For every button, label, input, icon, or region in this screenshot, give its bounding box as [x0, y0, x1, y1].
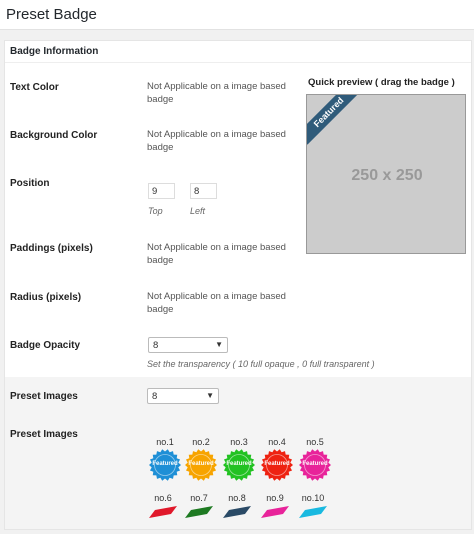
radius-value: Not Applicable on a image based badge — [147, 291, 286, 315]
chevron-down-icon: ▼ — [206, 391, 214, 400]
position-label: Position — [10, 178, 50, 189]
preset-seal-badge[interactable]: Featured — [299, 449, 331, 481]
position-left-caption: Left — [190, 206, 206, 216]
preset-select-value: 8 — [152, 391, 158, 402]
text-color-value: Not Applicable on a image based badge — [147, 81, 286, 105]
preset-number-label: no.7 — [190, 493, 208, 503]
seal-badge-text: Featured — [152, 461, 178, 467]
seal-badge-text: Featured — [226, 461, 252, 467]
badge-opacity-label: Badge Opacity — [10, 340, 81, 351]
preview-badge[interactable]: Featured — [307, 95, 362, 145]
preset-number-label: no.1 — [156, 437, 174, 447]
preset-number-label: no.5 — [306, 437, 324, 447]
paddings-label: Paddings (pixels) — [10, 243, 93, 254]
paddings-value: Not Applicable on a image based badge — [147, 242, 286, 266]
preset-seal-badge[interactable]: Featured — [149, 449, 181, 481]
background-color-label: Background Color — [10, 130, 98, 141]
preset-number-label: no.2 — [192, 437, 210, 447]
preset-number-label: no.8 — [228, 493, 246, 503]
quick-preview-box[interactable]: 250 x 250 Featured — [306, 94, 466, 254]
seal-badge-text: Featured — [302, 461, 328, 467]
preset-ribbon-badge[interactable] — [185, 506, 213, 518]
preset-images-select[interactable]: 8 ▼ — [147, 388, 219, 404]
preset-images-select-label: Preset Images — [10, 391, 78, 402]
opacity-hint: Set the transparency ( 10 full opaque , … — [147, 359, 375, 369]
chevron-down-icon: ▼ — [215, 340, 223, 349]
preset-number-label: no.10 — [301, 493, 325, 503]
ribbon-badge-shape — [223, 506, 251, 518]
panel-header: Badge Information — [5, 41, 471, 63]
preset-number-label: no.3 — [230, 437, 248, 447]
opacity-select[interactable]: 8 ▼ — [148, 337, 228, 353]
preset-ribbon-badge[interactable] — [299, 506, 327, 518]
quick-preview-label: Quick preview ( drag the badge ) — [308, 77, 455, 88]
top-bar: Preset Badge — [0, 0, 474, 30]
opacity-select-value: 8 — [153, 340, 159, 351]
preset-images-gallery-label: Preset Images — [10, 429, 78, 440]
badge-information-panel: Badge Information Text Color Not Applica… — [4, 40, 472, 530]
seal-badge-text: Featured — [264, 461, 290, 467]
seal-badge-text: Featured — [188, 461, 214, 467]
preset-seal-badge[interactable]: Featured — [185, 449, 217, 481]
preview-size-text: 250 x 250 — [351, 167, 423, 184]
position-top-input[interactable]: 9 — [148, 183, 175, 199]
page-title: Preset Badge — [6, 6, 97, 23]
panel-title: Badge Information — [10, 46, 99, 57]
preset-ribbon-badge[interactable] — [149, 506, 177, 518]
preset-seal-badge[interactable]: Featured — [223, 449, 255, 481]
ribbon-badge-shape — [149, 506, 177, 518]
ribbon-badge-shape — [261, 506, 289, 518]
preset-seal-badge[interactable]: Featured — [261, 449, 293, 481]
preset-number-label: no.6 — [154, 493, 172, 503]
preset-ribbon-badge[interactable] — [223, 506, 251, 518]
preset-number-label: no.4 — [268, 437, 286, 447]
preset-ribbon-badge[interactable] — [261, 506, 289, 518]
text-color-label: Text Color — [10, 82, 59, 93]
background-color-value: Not Applicable on a image based badge — [147, 129, 286, 153]
position-top-caption: Top — [148, 206, 163, 216]
ribbon-badge-shape — [299, 506, 327, 518]
preset-number-label: no.9 — [266, 493, 284, 503]
ribbon-badge-shape — [185, 506, 213, 518]
position-left-input[interactable]: 8 — [190, 183, 217, 199]
radius-label: Radius (pixels) — [10, 292, 82, 303]
